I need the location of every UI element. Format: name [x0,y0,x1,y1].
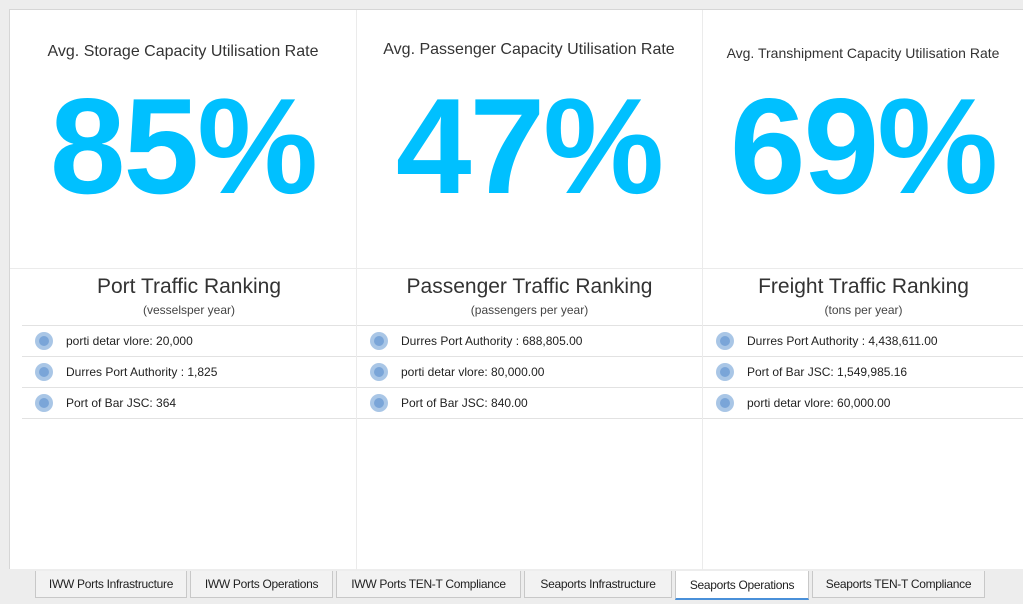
bullet-icon [716,363,734,381]
ranking-title: Freight Traffic Ranking [758,275,969,298]
passenger-traffic-ranking: Passenger Traffic Ranking (passengers pe… [357,272,702,419]
bullet-icon [35,332,53,350]
freight-traffic-ranking: Freight Traffic Ranking (tons per year) … [703,272,1023,419]
port-traffic-ranking: Port Traffic Ranking (vesselsper year) p… [22,272,356,419]
bullet-icon [370,363,388,381]
list-item[interactable]: Durres Port Authority : 4,438,611.00 [703,326,1023,357]
kpi-storage-utilisation: Avg. Storage Capacity Utilisation Rate 8… [10,10,356,268]
ranking-title: Port Traffic Ranking [96,275,282,298]
bullet-icon [35,363,53,381]
list-item[interactable]: Port of Bar JSC: 364 [22,388,356,419]
ranking-list: porti detar vlore: 20,000 Durres Port Au… [22,325,356,419]
kpi-title: Avg. Transhipment Capacity Utilisation R… [726,45,1000,61]
tab-iww-ports-ten-t-compliance[interactable]: IWW Ports TEN-T Compliance [336,571,521,598]
ranking-list: Durres Port Authority : 4,438,611.00 Por… [703,325,1023,419]
bullet-icon [35,394,53,412]
list-item[interactable]: porti detar vlore: 80,000.00 [357,357,702,388]
bullet-icon [370,332,388,350]
ranking-subtitle: (tons per year) [824,303,903,317]
tab-seaports-infrastructure[interactable]: Seaports Infrastructure [524,571,672,598]
kpi-value: 69% [729,70,998,222]
list-item[interactable]: Durres Port Authority : 688,805.00 [357,326,702,357]
list-item[interactable]: Durres Port Authority : 1,825 [22,357,356,388]
list-item-label: porti detar vlore: 80,000.00 [401,365,545,379]
sheet-tab-bar: IWW Ports Infrastructure IWW Ports Opera… [35,571,988,600]
list-item-label: Durres Port Authority : 688,805.00 [401,334,583,348]
ranking-subtitle: (vesselsper year) [142,303,236,317]
dashboard-panel: Avg. Storage Capacity Utilisation Rate 8… [9,9,1023,570]
kpi-value: 85% [49,70,318,222]
ranking-subtitle: (passengers per year) [470,303,589,317]
list-item-label: Port of Bar JSC: 364 [66,396,177,410]
list-item-label: Port of Bar JSC: 840.00 [401,396,528,410]
kpi-transhipment-utilisation: Avg. Transhipment Capacity Utilisation R… [702,10,1023,268]
list-item-label: porti detar vlore: 60,000.00 [747,396,891,410]
bullet-icon [716,394,734,412]
list-item-label: porti detar vlore: 20,000 [66,334,193,348]
list-item[interactable]: Port of Bar JSC: 840.00 [357,388,702,419]
list-item-label: Durres Port Authority : 1,825 [66,365,218,379]
tab-seaports-operations[interactable]: Seaports Operations [675,571,809,600]
tab-seaports-ten-t-compliance[interactable]: Seaports TEN-T Compliance [812,571,985,598]
tab-iww-ports-infrastructure[interactable]: IWW Ports Infrastructure [35,571,187,598]
list-item[interactable]: Port of Bar JSC: 1,549,985.16 [703,357,1023,388]
list-item-label: Durres Port Authority : 4,438,611.00 [747,334,938,348]
kpi-passenger-utilisation: Avg. Passenger Capacity Utilisation Rate… [356,10,702,268]
section-divider [10,268,1023,269]
list-item-label: Port of Bar JSC: 1,549,985.16 [747,365,908,379]
tab-iww-ports-operations[interactable]: IWW Ports Operations [190,571,333,598]
bullet-icon [370,394,388,412]
list-item[interactable]: porti detar vlore: 20,000 [22,326,356,357]
bullet-icon [716,332,734,350]
ranking-list: Durres Port Authority : 688,805.00 porti… [357,325,702,419]
kpi-title: Avg. Storage Capacity Utilisation Rate [47,43,319,60]
ranking-title: Passenger Traffic Ranking [406,275,653,298]
kpi-value: 47% [395,70,664,222]
list-item[interactable]: porti detar vlore: 60,000.00 [703,388,1023,419]
kpi-title: Avg. Passenger Capacity Utilisation Rate [383,41,675,58]
